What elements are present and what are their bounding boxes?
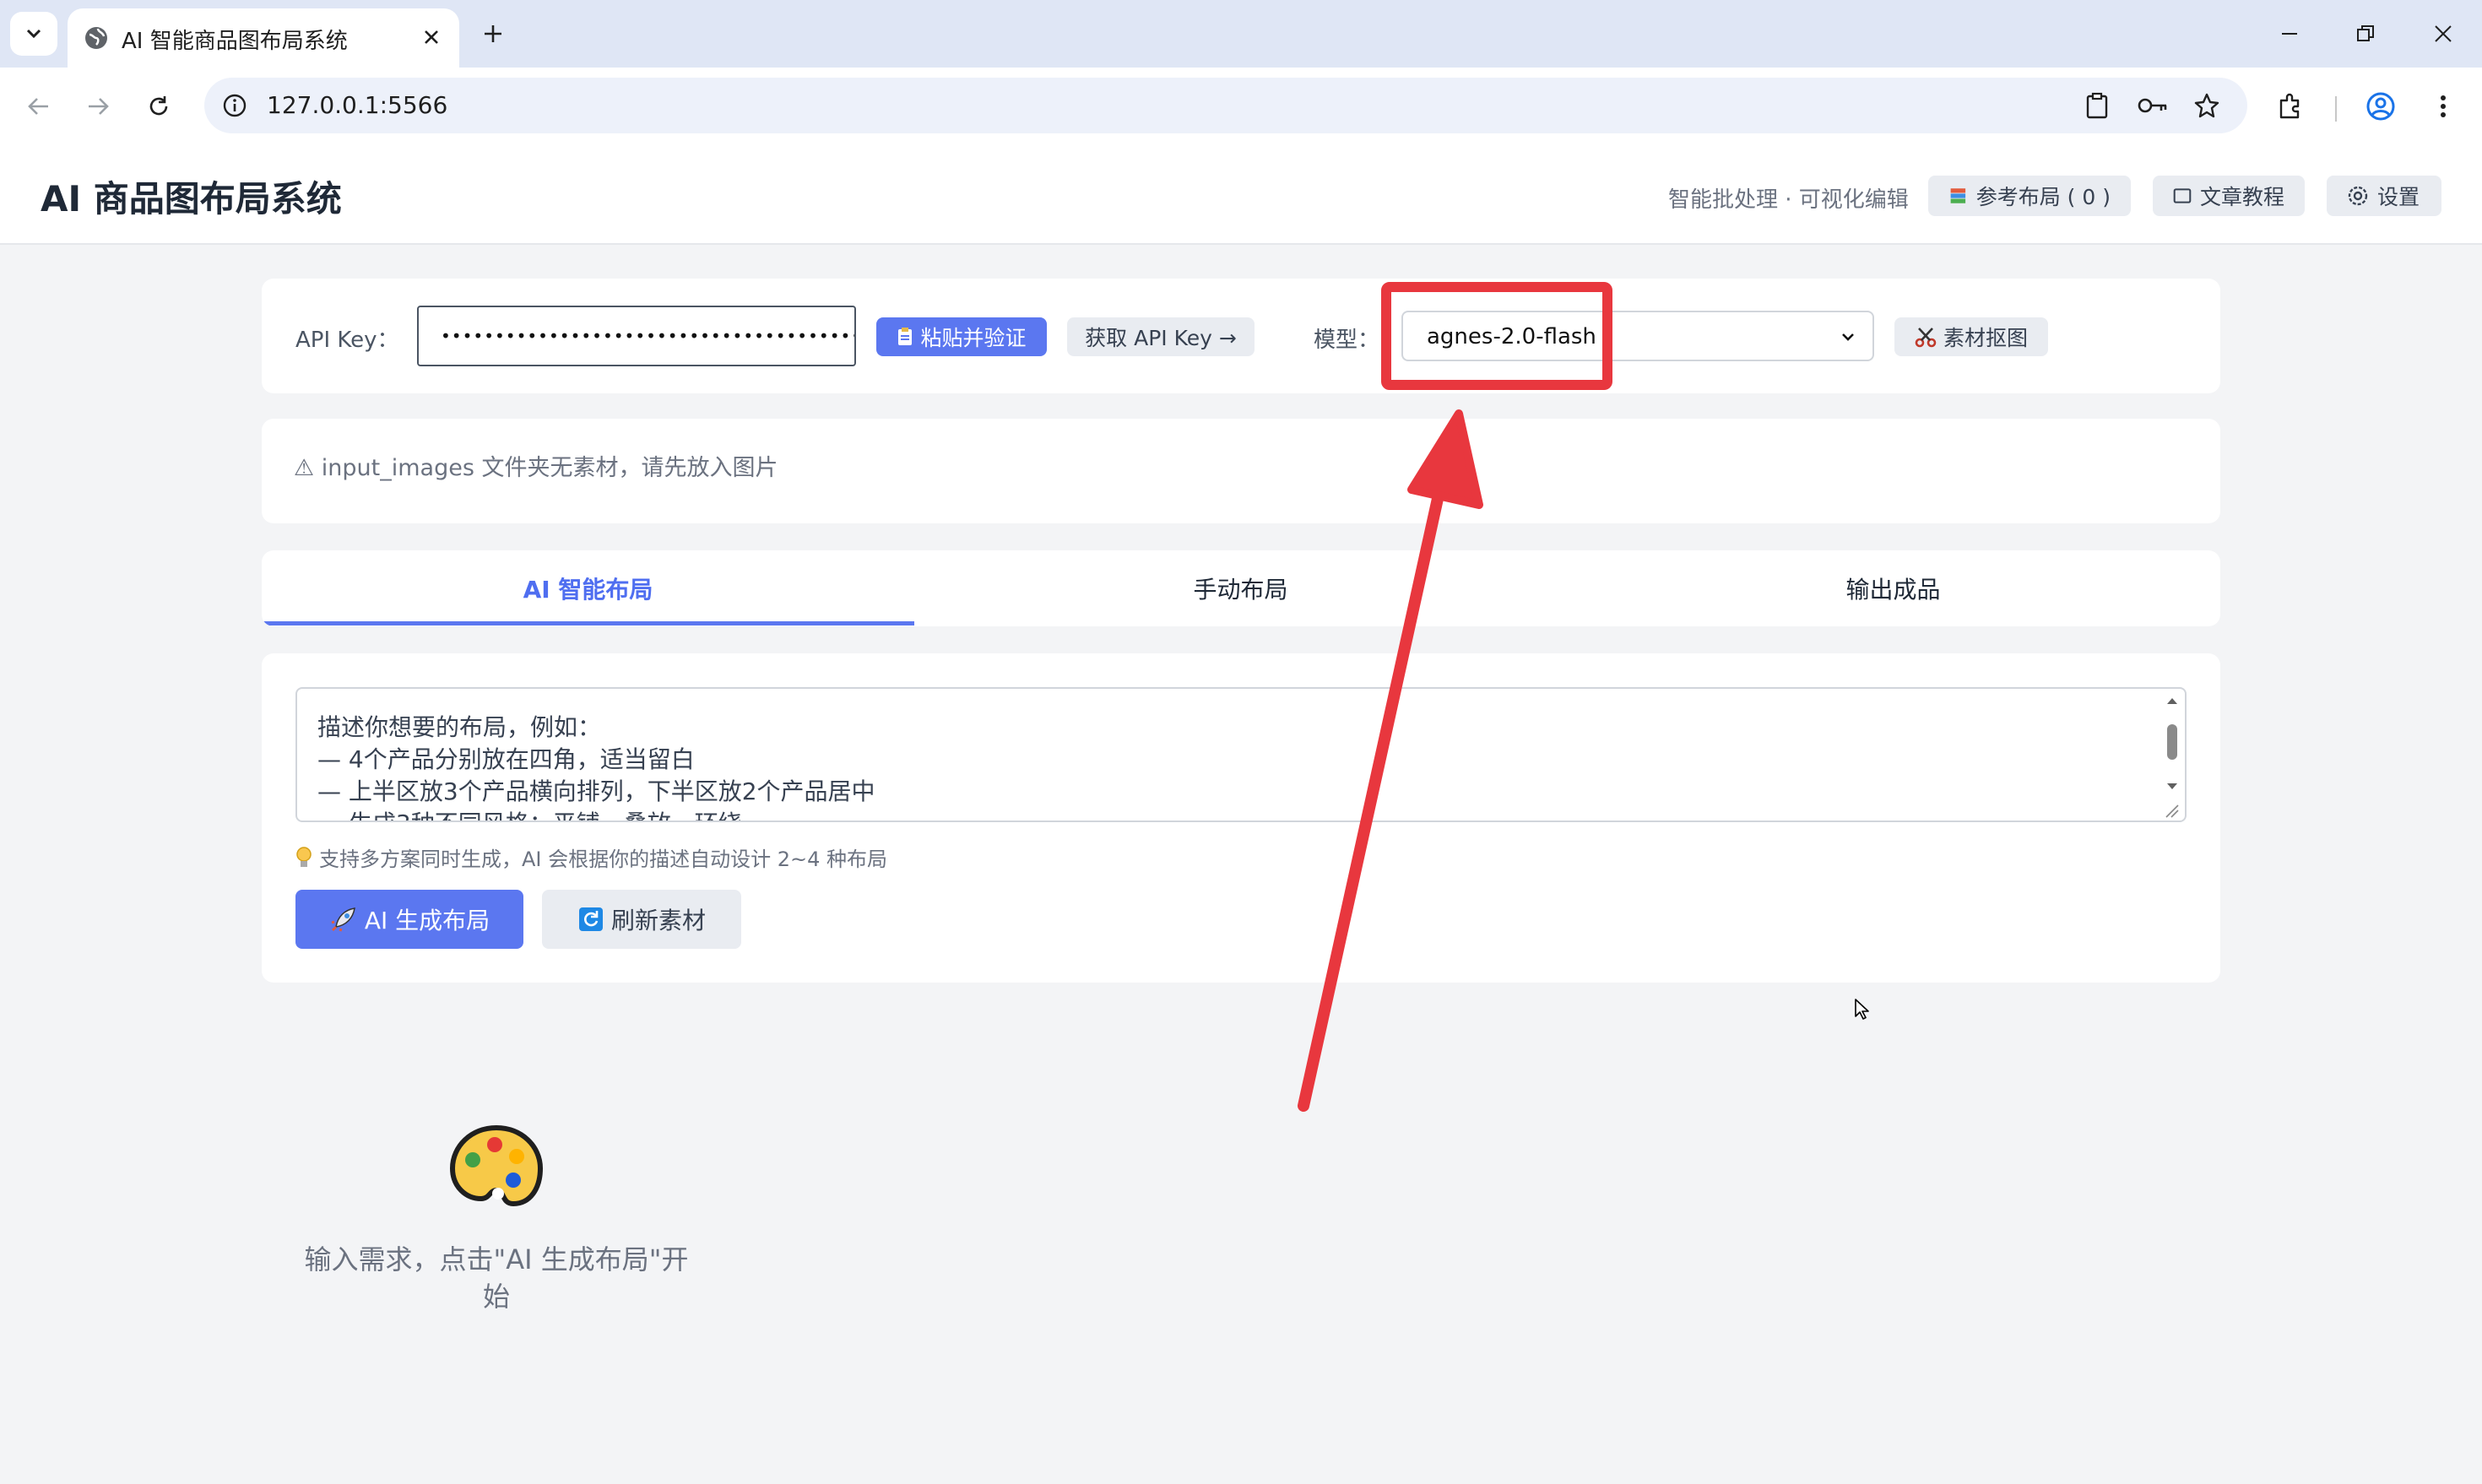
- model-select-value: agnes-2.0-flash: [1427, 324, 1596, 349]
- extensions-icon[interactable]: [2266, 81, 2317, 132]
- ai-generate-card: 描述你想要的布局，例如： — 4个产品分别放在四角，适当留白 — 上半区放3个产…: [262, 653, 2220, 983]
- back-button[interactable]: [14, 81, 64, 132]
- textarea-scrollbar[interactable]: [2163, 692, 2181, 819]
- browser-toolbar: 127.0.0.1:5566: [0, 68, 2482, 145]
- reference-layout-label: 参考布局 ( 0 ): [1975, 185, 2111, 209]
- chevron-down-icon: [1842, 333, 1854, 341]
- reload-button[interactable]: [133, 81, 184, 132]
- minimize-button[interactable]: [2263, 12, 2317, 56]
- close-icon: [2435, 25, 2452, 42]
- close-tab-icon[interactable]: [415, 21, 447, 53]
- model-label: 模型：: [1314, 328, 1380, 353]
- close-window-button[interactable]: [2416, 12, 2470, 56]
- password-key-icon[interactable]: [2136, 89, 2170, 122]
- plus-icon: [485, 25, 501, 42]
- scissors-icon: [1915, 328, 1937, 348]
- ai-generate-label: AI 生成布局: [364, 907, 490, 934]
- tab-title: AI 智能商品图布局系统: [122, 29, 348, 54]
- app-header: AI 商品图布局系统 智能批处理 · 可视化编辑 参考布局 ( 0 ) 文章教程…: [0, 145, 2482, 245]
- bookmark-star-icon[interactable]: [2190, 89, 2224, 122]
- no-material-warning: ⚠ input_images 文件夹无素材，请先放入图片: [294, 455, 778, 481]
- material-cutout-button[interactable]: 素材抠图: [1894, 317, 2048, 356]
- settings-button[interactable]: 设置: [2327, 176, 2441, 216]
- tab-search-button[interactable]: [10, 12, 57, 56]
- prompt-hint-text: 支持多方案同时生成，AI 会根据你的描述自动设计 2~4 种布局: [319, 848, 888, 871]
- tutorial-label: 文章教程: [2199, 185, 2284, 209]
- tab-output[interactable]: 输出成品: [1567, 550, 2219, 626]
- new-tab-button[interactable]: [473, 14, 513, 54]
- model-select[interactable]: agnes-2.0-flash: [1401, 311, 1874, 361]
- ai-generate-button[interactable]: AI 生成布局: [295, 890, 523, 949]
- prompt-placeholder-line: — 4个产品分别放在四角，适当留白: [317, 745, 695, 773]
- settings-label: 设置: [2377, 185, 2420, 209]
- tab-ai-layout[interactable]: AI 智能布局: [262, 550, 914, 626]
- browser-menu-icon[interactable]: [2418, 81, 2468, 132]
- empty-state-text: 输入需求，点击"AI 生成布局"开始: [304, 1243, 689, 1313]
- clipboard-icon[interactable]: [2080, 89, 2114, 122]
- refresh-material-button[interactable]: 刷新素材: [542, 890, 741, 949]
- chevron-down-icon: [26, 29, 41, 39]
- paste-verify-button[interactable]: 粘贴并验证: [876, 317, 1047, 356]
- mode-tabs: AI 智能布局 手动布局 输出成品: [262, 550, 2220, 626]
- prompt-placeholder-line: 描述你想要的布局，例如：: [317, 713, 602, 741]
- api-key-label: API Key：: [295, 328, 399, 353]
- lightbulb-icon: [296, 846, 312, 867]
- reload-icon: [149, 96, 168, 116]
- page-title: AI 商品图布局系统: [41, 178, 342, 219]
- tab-manual-layout[interactable]: 手动布局: [914, 550, 1567, 626]
- palette-icon: [449, 1124, 544, 1207]
- tutorial-button[interactable]: 文章教程: [2153, 176, 2305, 216]
- gear-icon: [2348, 186, 2368, 206]
- refresh-material-label: 刷新素材: [610, 907, 706, 934]
- rocket-icon: [331, 907, 355, 932]
- browser-tabstrip: AI 智能商品图布局系统: [0, 0, 2482, 68]
- reference-layout-button[interactable]: 参考布局 ( 0 ): [1928, 176, 2131, 216]
- minimize-icon: [2282, 33, 2297, 35]
- material-cutout-label: 素材抠图: [1943, 326, 2028, 350]
- forward-button[interactable]: [73, 81, 123, 132]
- site-info-icon[interactable]: [218, 89, 252, 122]
- prompt-placeholder-line: — 生成3种不同风格：平铺、叠放、环绕: [317, 805, 742, 821]
- get-api-key-button[interactable]: 获取 API Key →: [1067, 317, 1255, 356]
- paste-verify-label: 粘贴并验证: [920, 326, 1027, 350]
- book-icon: [2173, 188, 2192, 203]
- arrow-left-icon: [28, 98, 48, 115]
- profile-icon[interactable]: [2355, 81, 2406, 132]
- prompt-placeholder-line: — 上半区放3个产品横向排列，下半区放2个产品居中: [317, 777, 875, 805]
- books-icon: [1950, 188, 1966, 203]
- layout-prompt-textarea[interactable]: 描述你想要的布局，例如： — 4个产品分别放在四角，适当留白 — 上半区放3个产…: [295, 687, 2187, 822]
- mouse-cursor-icon: [1855, 999, 1869, 1020]
- toolbar-separator: [2335, 96, 2337, 122]
- header-subtitle: 智能批处理 · 可视化编辑: [1668, 187, 1909, 213]
- restore-button[interactable]: [2338, 12, 2393, 56]
- api-key-input[interactable]: ••••••••••••••••••••••••••••••••••••••••…: [417, 306, 856, 366]
- active-tab-indicator: [262, 621, 914, 626]
- address-bar[interactable]: 127.0.0.1:5566: [204, 78, 2247, 133]
- globe-icon: [85, 27, 107, 49]
- api-config-card: API Key： •••••••••••••••••••••••••••••••…: [262, 279, 2220, 393]
- prompt-hint: 支持多方案同时生成，AI 会根据你的描述自动设计 2~4 种布局: [295, 842, 887, 872]
- restore-icon: [2357, 25, 2374, 41]
- arrow-right-icon: [89, 98, 109, 115]
- clipboard-icon: [898, 328, 913, 345]
- url-text: 127.0.0.1:5566: [267, 91, 448, 119]
- warning-card: ⚠ input_images 文件夹无素材，请先放入图片: [262, 419, 2220, 523]
- browser-tab-active[interactable]: AI 智能商品图布局系统: [68, 8, 459, 68]
- refresh-icon: [578, 907, 603, 931]
